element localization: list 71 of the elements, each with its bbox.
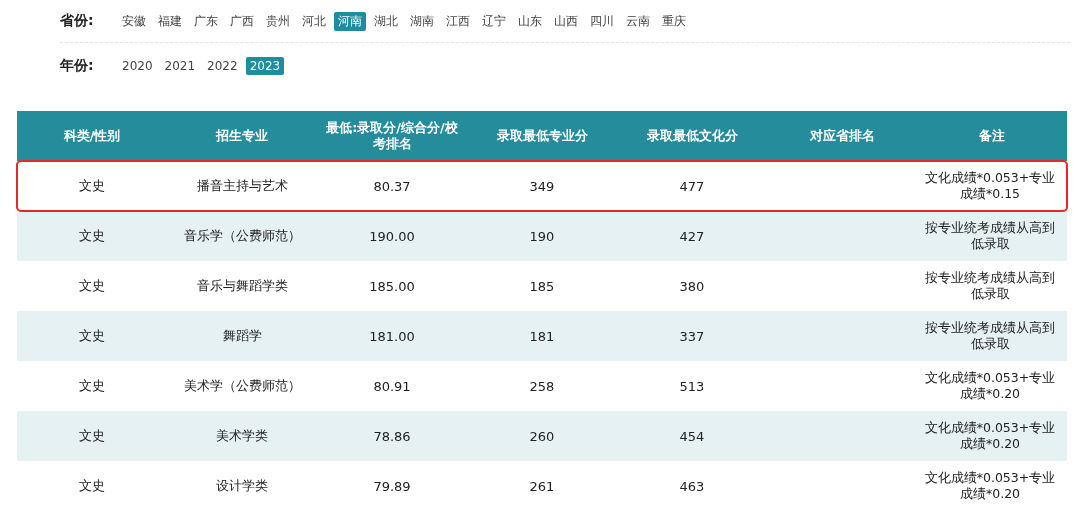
column-header: 科类/性别 [63,128,121,144]
table-cell-text: 文化成绩*0.053+专业成绩*0.20 [923,469,1057,503]
table-cell: 260 [529,428,555,444]
table-cell: 513 [679,378,705,394]
table-cell: 文史 [79,177,105,195]
table-cell: 文史 [79,327,105,345]
table-cell: 播音主持与艺术 [196,177,288,195]
table-cell-text: 按专业统考成绩从高到低录取 [924,269,1056,303]
filter-option[interactable]: 广东 [190,11,222,31]
filter-option[interactable]: 重庆 [658,11,690,31]
column-header: 录取最低专业分 [496,128,588,144]
table-cell: 261 [529,478,555,494]
table-cell: 设计学类 [216,477,268,495]
table-cell: 79.89 [373,478,411,494]
table-cell: 80.37 [373,178,411,194]
table-cell: 美术学类 [216,427,268,445]
table-cell: 337 [679,328,705,344]
table-cell: 181 [529,328,555,344]
table-cell: 380 [679,278,705,294]
filter-option[interactable]: 贵州 [262,11,294,31]
table-cell: 文史 [79,227,105,245]
filter-option[interactable]: 四川 [586,11,618,31]
table-cell: 185.00 [369,278,415,294]
table-cell: 190.00 [369,228,415,244]
table-cell: 文史 [79,427,105,445]
column-header: 录取最低文化分 [646,128,738,144]
table-cell: 349 [529,178,555,194]
table-cell: 463 [679,478,705,494]
filter-option[interactable]: 云南 [622,11,654,31]
filter-option[interactable]: 2020 [118,57,157,75]
column-header: 最低:录取分/综合分/校考排名 [325,120,459,152]
table-cell-text: 文化成绩*0.053+专业成绩*0.15 [923,169,1057,203]
table-cell: 181.00 [369,328,415,344]
column-header: 对应省排名 [809,128,875,144]
table-cell-text: 按专业统考成绩从高到低录取 [924,319,1056,353]
table-cell: 文史 [79,277,105,295]
column-header: 招生专业 [216,128,268,144]
filter-option[interactable]: 2023 [245,57,285,75]
filter-option[interactable]: 2022 [203,57,242,75]
table-cell: 文史 [79,477,105,495]
table-cell: 427 [679,228,705,244]
filter-option[interactable]: 湖北 [370,11,402,31]
filter-option[interactable]: 山西 [550,11,582,31]
table-cell-text: 文化成绩*0.053+专业成绩*0.20 [923,419,1057,453]
filter-option[interactable]: 辽宁 [478,11,510,31]
table-cell: 舞蹈学 [222,327,262,345]
filter-option[interactable]: 2021 [160,57,200,75]
table-cell: 78.86 [373,428,411,444]
table-cell-text: 按专业统考成绩从高到低录取 [924,219,1056,253]
filter-option[interactable]: 河南 [334,11,366,31]
filter-label: 省份: [60,12,95,30]
table-cell: 音乐学（公费师范） [183,227,301,245]
table-cell: 美术学（公费师范） [183,377,301,395]
column-header: 备注 [979,128,1005,144]
filter-option[interactable]: 湖南 [406,11,438,31]
filter-option[interactable]: 河北 [298,11,330,31]
filter-label: 年份: [60,57,95,75]
filter-option[interactable]: 广西 [226,11,258,31]
table-cell: 454 [679,428,705,444]
filter-option[interactable]: 江西 [442,11,474,31]
table-cell: 190 [529,228,555,244]
table-cell: 258 [529,378,555,394]
table-cell: 477 [679,178,705,194]
table-cell: 185 [529,278,555,294]
table-cell: 80.91 [373,378,411,394]
table-cell: 文史 [79,377,105,395]
filter-option[interactable]: 安徽 [118,11,150,31]
filter-option[interactable]: 福建 [154,11,186,31]
filter-option[interactable]: 山东 [514,11,546,31]
table-cell-text: 文化成绩*0.053+专业成绩*0.20 [923,369,1057,403]
table-cell: 音乐与舞蹈学类 [196,277,288,295]
